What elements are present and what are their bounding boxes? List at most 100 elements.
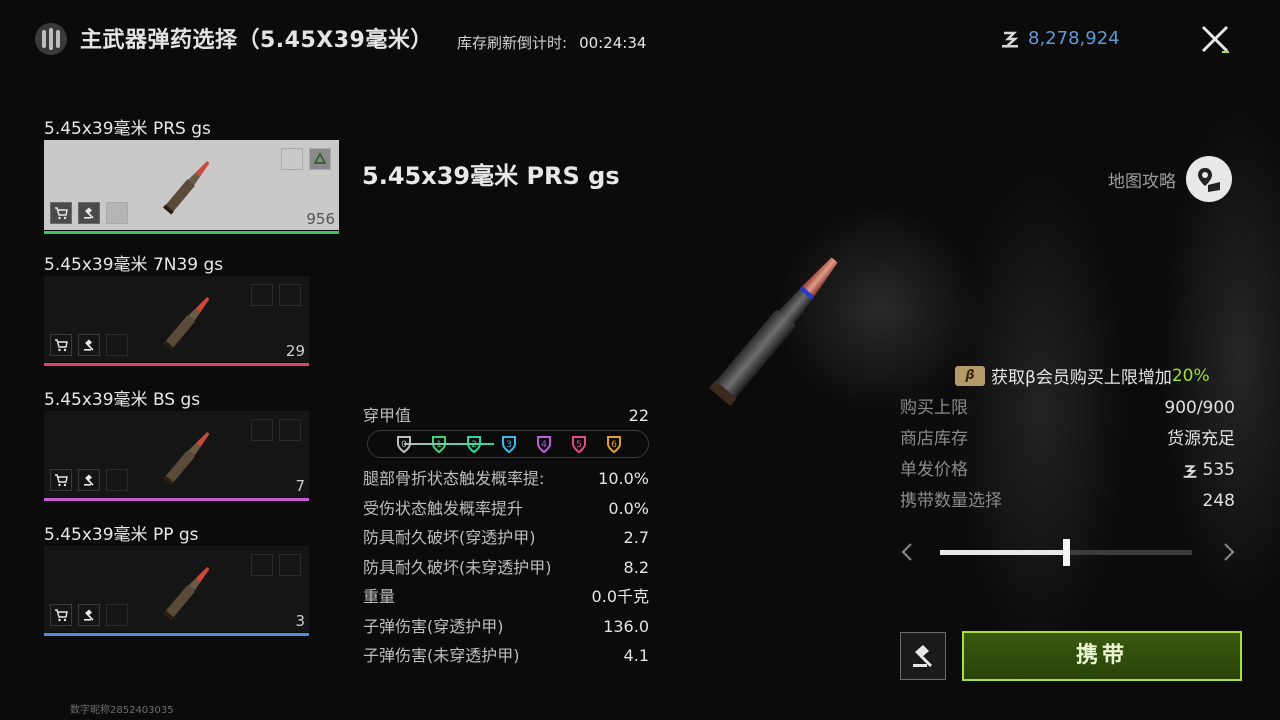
ammo-bullet-image bbox=[162, 432, 210, 486]
stat-row: 子弹伤害(穿透护甲) 136.0 bbox=[363, 612, 649, 642]
refresh-countdown: 库存刷新倒计时: 00:24:34 bbox=[457, 32, 646, 53]
armor-tier-icon: 4 bbox=[534, 434, 554, 454]
rarity-bar bbox=[44, 363, 309, 366]
cart-icon[interactable] bbox=[50, 604, 72, 626]
rarity-bar bbox=[44, 231, 339, 234]
ammo-bullet-image bbox=[162, 161, 210, 215]
close-icon[interactable] bbox=[1196, 20, 1234, 58]
unit-price-value: 535 bbox=[1202, 460, 1235, 480]
svg-text:1: 1 bbox=[436, 440, 442, 450]
stat-label: 受伤状态触发概率提升 bbox=[363, 498, 524, 518]
ammo-item-count: 29 bbox=[285, 342, 305, 360]
empty-slot bbox=[106, 202, 128, 224]
refresh-label: 库存刷新倒计时: bbox=[457, 34, 568, 52]
recycle-icon bbox=[309, 148, 331, 170]
rarity-bar bbox=[44, 498, 309, 501]
chevron-right-icon[interactable] bbox=[1220, 540, 1238, 564]
armor-tier-icon: 6 bbox=[604, 434, 624, 454]
detail-ammo-name: 5.45x39毫米 PRS gs bbox=[362, 162, 620, 190]
ammo-list-item[interactable]: 5.45x39毫米 PP gs 3 bbox=[44, 520, 339, 636]
ammo-list-item[interactable]: 5.45x39毫米 PRS gs 956 bbox=[44, 114, 339, 234]
ammo-item-count: 3 bbox=[295, 612, 305, 630]
ammo-card[interactable]: 3 bbox=[44, 546, 309, 636]
hammer-icon[interactable] bbox=[78, 334, 100, 356]
stat-value: 0.0千克 bbox=[591, 587, 649, 606]
stat-rows: 腿部骨折状态触发概率提: 10.0% 受伤状态触发概率提升 0.0% 防具耐久破坏(穿透… bbox=[363, 464, 649, 671]
ammo-item-name: 5.45x39毫米 PRS gs bbox=[44, 119, 211, 139]
quantity-slider bbox=[898, 538, 1238, 566]
ammo-item-name: 5.45x39毫米 BS gs bbox=[44, 390, 201, 410]
stat-label: 重量 bbox=[363, 587, 396, 606]
vip-text: 获取β会员购买上限增加 bbox=[991, 368, 1172, 388]
slider-track[interactable] bbox=[940, 539, 1192, 566]
carry-qty-label: 携带数量选择 bbox=[900, 491, 1002, 511]
currency-icon bbox=[1183, 464, 1197, 478]
ammo-bullet-image bbox=[162, 567, 210, 621]
stat-value: 8.2 bbox=[623, 557, 649, 577]
player-id: 数字昵称2852403035 bbox=[70, 705, 174, 716]
carry-button[interactable]: 携带 bbox=[962, 631, 1242, 681]
purchase-limit-label: 购买上限 bbox=[900, 398, 968, 418]
card-top-slots bbox=[281, 148, 331, 170]
hammer-icon[interactable] bbox=[78, 202, 100, 224]
stat-row: 防具耐久破坏(未穿透护甲) 8.2 bbox=[363, 553, 649, 583]
map-pin-icon bbox=[1186, 156, 1232, 202]
slider-thumb[interactable] bbox=[1063, 539, 1070, 566]
currency-icon bbox=[1002, 31, 1019, 48]
ammo-list-item[interactable]: 5.45x39毫米 BS gs 7 bbox=[44, 385, 339, 501]
map-guide-button[interactable]: 地图攻略 bbox=[1108, 156, 1232, 202]
slider-fill bbox=[940, 550, 1066, 555]
unit-price-value-wrap: 535 bbox=[1182, 455, 1235, 486]
armor-tier-bar: 0 1 2 3 4 5 6 bbox=[367, 430, 649, 458]
stat-value: 10.0% bbox=[598, 469, 649, 488]
chevron-left-icon[interactable] bbox=[898, 540, 916, 564]
unit-price-row: 单发价格 535 bbox=[900, 455, 1235, 486]
ammo-list-item[interactable]: 5.45x39毫米 7N39 gs 29 bbox=[44, 250, 339, 366]
svg-text:3: 3 bbox=[506, 440, 512, 450]
sell-button[interactable] bbox=[900, 632, 946, 680]
stat-label: 子弹伤害(未穿透护甲) bbox=[363, 646, 520, 665]
svg-text:4: 4 bbox=[541, 440, 547, 450]
svg-text:5: 5 bbox=[576, 440, 582, 450]
svg-text:2: 2 bbox=[471, 440, 477, 450]
empty-slot bbox=[279, 419, 301, 441]
rarity-bar bbox=[44, 633, 309, 636]
cart-icon[interactable] bbox=[50, 334, 72, 356]
header: 主武器弹药选择（5.45X39毫米） 库存刷新倒计时: 00:24:34 8,27… bbox=[0, 0, 1280, 80]
ammo-item-count: 7 bbox=[295, 477, 305, 495]
cart-icon[interactable] bbox=[50, 469, 72, 491]
card-action-icons bbox=[50, 604, 128, 626]
penetration-row: 穿甲值 22 bbox=[363, 404, 649, 428]
cart-icon[interactable] bbox=[50, 202, 72, 224]
stat-value: 2.7 bbox=[623, 528, 649, 547]
hammer-icon[interactable] bbox=[78, 469, 100, 491]
card-action-icons bbox=[50, 202, 128, 224]
ammo-bullet-image bbox=[162, 297, 210, 351]
ammo-card[interactable]: 29 bbox=[44, 276, 309, 366]
stat-row: 腿部骨折状态触发概率提: 10.0% bbox=[363, 464, 649, 494]
ammo-card[interactable]: 7 bbox=[44, 411, 309, 501]
currency-amount: 8,278,924 bbox=[1028, 28, 1120, 49]
empty-slot bbox=[281, 148, 303, 170]
empty-slot bbox=[106, 334, 128, 356]
shop-stock-value: 货源充足 bbox=[1167, 429, 1235, 449]
stat-value: 4.1 bbox=[623, 646, 649, 665]
hammer-icon[interactable] bbox=[78, 604, 100, 626]
card-action-icons bbox=[50, 334, 128, 356]
ammo-card[interactable]: 956 bbox=[44, 140, 339, 234]
stat-label: 防具耐久破坏(穿透护甲) bbox=[363, 528, 536, 547]
ammo-logo-icon bbox=[35, 23, 67, 55]
stat-label: 防具耐久破坏(未穿透护甲) bbox=[363, 557, 552, 577]
empty-slot bbox=[106, 604, 128, 626]
empty-slot bbox=[251, 284, 273, 306]
stat-value: 136.0 bbox=[603, 616, 649, 636]
penetration-value: 22 bbox=[628, 406, 649, 425]
svg-text:0: 0 bbox=[401, 440, 407, 450]
penetration-indicator-line bbox=[404, 443, 494, 445]
armor-tier-icon: 3 bbox=[499, 434, 519, 454]
card-top-slots bbox=[251, 554, 301, 576]
purchase-info: 购买上限 900/900 商店库存 货源充足 单发价格 535 携带数量选择 2… bbox=[900, 393, 1235, 517]
vip-promo[interactable]: β 获取β会员购买上限增加 20% bbox=[955, 363, 1210, 388]
map-guide-label: 地图攻略 bbox=[1108, 171, 1176, 192]
stat-row: 防具耐久破坏(穿透护甲) 2.7 bbox=[363, 523, 649, 553]
